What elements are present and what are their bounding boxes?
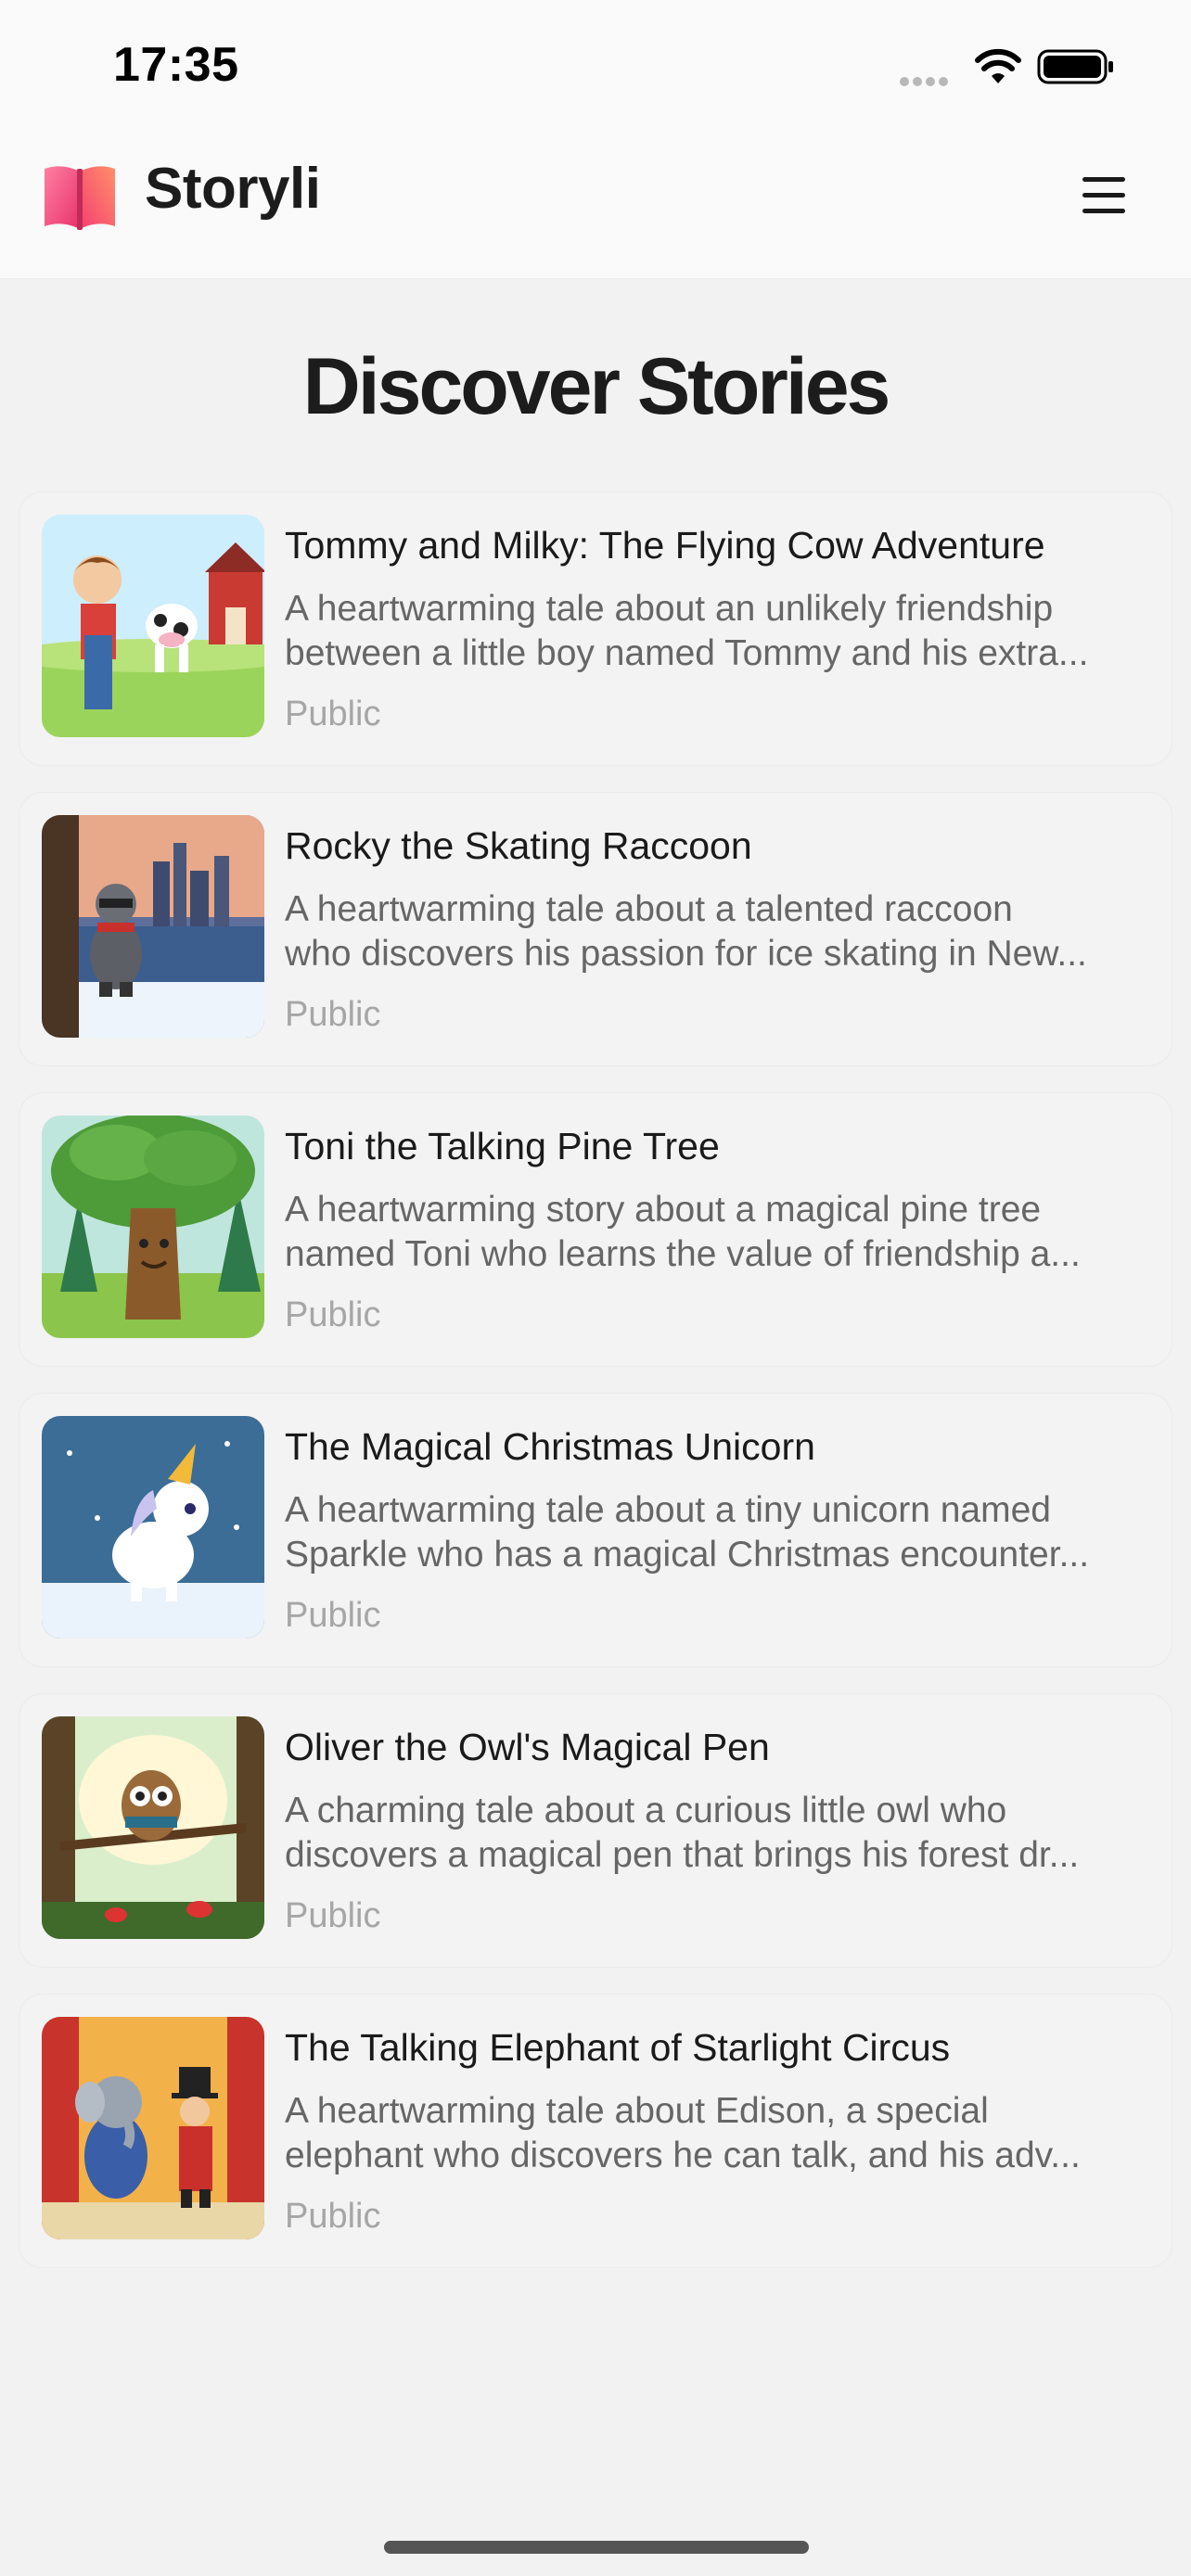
story-visibility-label: Public: [285, 695, 381, 733]
story-description-line: A heartwarming tale about a talented rac…: [285, 889, 1013, 929]
story-description-line: elephant who discovers he can talk, and …: [285, 2136, 1081, 2175]
story-description: A charming tale about a curious little o…: [285, 1789, 1157, 1878]
book-icon[interactable]: [41, 158, 119, 232]
story-description-line: named Toni who learns the value of frien…: [285, 1234, 1081, 1274]
story-visibility-label: Public: [285, 2197, 381, 2236]
story-description-line: A heartwarming story about a magical pin…: [285, 1190, 1042, 1230]
app-name: Storyli: [145, 157, 321, 221]
story-description-line: Sparkle who has a magical Christmas enco…: [285, 1535, 1090, 1575]
story-cover-image: [42, 515, 264, 737]
story-description: A heartwarming tale about a tiny unicorn…: [285, 1488, 1157, 1577]
story-title: Oliver the Owl's Magical Pen: [285, 1726, 770, 1768]
status-bar: 17:35: [0, 0, 1191, 139]
story-cover-image: [42, 1416, 264, 1639]
story-description-line: A charming tale about a curious little o…: [285, 1791, 1007, 1830]
story-visibility-label: Public: [285, 1896, 381, 1935]
story-title: The Talking Elephant of Starlight Circus: [285, 2026, 951, 2069]
story-card-oliver-owl[interactable]: Oliver the Owl's Magical Pen A charming …: [19, 1693, 1172, 1968]
story-cover-image: [42, 2017, 264, 2239]
story-title: Tommy and Milky: The Flying Cow Adventur…: [285, 524, 1045, 567]
story-cover-image: [42, 1716, 264, 1939]
story-visibility-label: Public: [285, 1596, 381, 1635]
story-title: Rocky the Skating Raccoon: [285, 824, 752, 867]
story-card-toni-pine-tree[interactable]: Toni the Talking Pine Tree A heartwarmin…: [19, 1092, 1172, 1367]
story-description: A heartwarming tale about a talented rac…: [285, 887, 1157, 976]
cellular-signal-icon: [900, 74, 957, 86]
story-cover-image: [42, 1116, 264, 1338]
story-description: A heartwarming tale about an unlikely fr…: [285, 587, 1157, 676]
page-title: Discover Stories: [302, 342, 891, 431]
story-visibility-label: Public: [285, 995, 381, 1034]
story-description-line: discovers a magical pen that brings his …: [285, 1835, 1080, 1875]
status-time: 17:35: [113, 38, 239, 92]
story-card-tommy-and-milky[interactable]: Tommy and Milky: The Flying Cow Adventur…: [19, 491, 1172, 766]
wifi-icon: [975, 48, 1021, 83]
story-description-line: who discovers his passion for ice skatin…: [285, 934, 1087, 974]
story-description-line: A heartwarming tale about a tiny unicorn…: [285, 1490, 1051, 1530]
story-title: The Magical Christmas Unicorn: [285, 1425, 815, 1468]
app-header: Storyli: [0, 139, 1191, 279]
hamburger-menu-icon[interactable]: [1070, 165, 1137, 224]
home-indicator[interactable]: [384, 2541, 809, 2554]
story-list: Tommy and Milky: The Flying Cow Adventur…: [19, 491, 1172, 2294]
story-card-talking-elephant[interactable]: The Talking Elephant of Starlight Circus…: [19, 1994, 1172, 2268]
story-title: Toni the Talking Pine Tree: [285, 1125, 720, 1167]
story-card-christmas-unicorn[interactable]: The Magical Christmas Unicorn A heartwar…: [19, 1393, 1172, 1667]
battery-icon: [1037, 49, 1113, 84]
story-description-line: A heartwarming tale about Edison, a spec…: [285, 2091, 989, 2131]
story-card-rocky-raccoon[interactable]: Rocky the Skating Raccoon A heartwarming…: [19, 792, 1172, 1066]
story-visibility-label: Public: [285, 1295, 381, 1334]
story-description-line: between a little boy named Tommy and his…: [285, 633, 1089, 673]
story-cover-image: [42, 815, 264, 1038]
story-description-line: A heartwarming tale about an unlikely fr…: [285, 589, 1054, 629]
story-description: A heartwarming tale about Edison, a spec…: [285, 2089, 1157, 2178]
story-description: A heartwarming story about a magical pin…: [285, 1188, 1157, 1277]
